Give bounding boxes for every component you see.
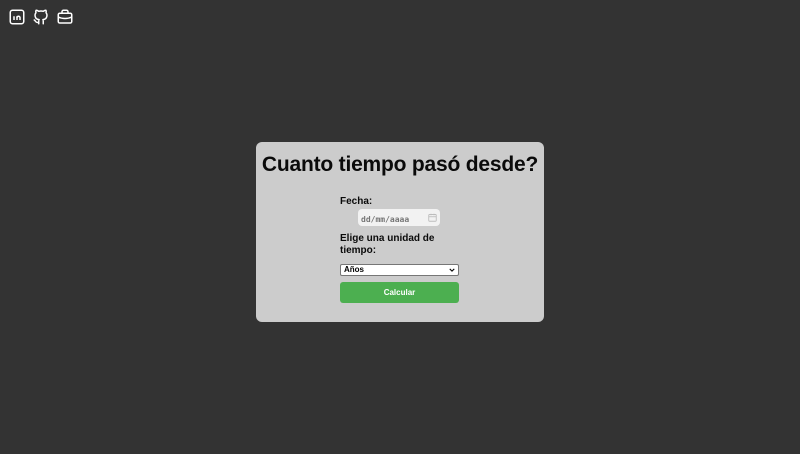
page-title: Cuanto tiempo pasó desde? [261,153,539,176]
linkedin-icon [9,9,25,25]
calculator-card: Cuanto tiempo pasó desde? Fecha: Elige u… [256,142,544,322]
unit-select[interactable]: Años [340,264,459,276]
linkedin-link[interactable] [8,8,26,26]
social-links [8,8,74,26]
portfolio-link[interactable] [56,8,74,26]
github-link[interactable] [32,8,50,26]
github-icon [33,9,48,25]
unit-label: Elige una unidad de tiempo: [340,233,435,256]
calculate-button[interactable]: Calcular [340,282,459,303]
calendar-icon[interactable] [428,213,437,222]
date-field[interactable] [358,209,440,228]
briefcase-icon [57,9,73,24]
date-form: Fecha: Elige una unidad de tiempo: Años … [340,196,460,303]
date-label: Fecha: [340,196,373,207]
unit-select-value: Años [344,265,364,274]
chevron-down-icon [449,268,455,272]
